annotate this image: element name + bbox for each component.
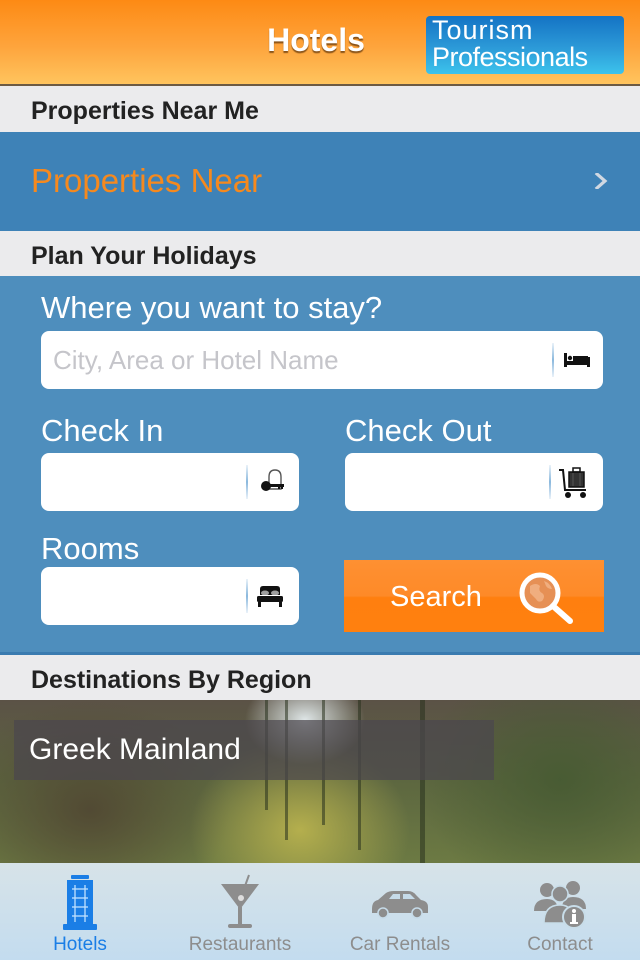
tab-hotels[interactable]: Hotels bbox=[0, 863, 160, 960]
where-field[interactable] bbox=[41, 331, 603, 389]
checkout-label: Check Out bbox=[345, 413, 492, 448]
bed-icon[interactable] bbox=[561, 345, 593, 375]
key-icon[interactable] bbox=[256, 467, 288, 497]
section-header-regions: Destinations By Region bbox=[0, 658, 640, 700]
cocktail-icon bbox=[221, 874, 259, 928]
chevron-right-icon bbox=[594, 173, 608, 189]
checkin-label: Check In bbox=[41, 413, 164, 448]
brand-logo-line1: Tourism bbox=[432, 15, 534, 45]
checkout-field[interactable] bbox=[345, 453, 603, 511]
input-divider bbox=[552, 343, 554, 377]
brand-logo[interactable]: Tourism Professionals bbox=[426, 16, 624, 74]
building-icon bbox=[63, 875, 97, 930]
region-card-greek-mainland[interactable]: Greek Mainland bbox=[0, 700, 640, 863]
luggage-cart-icon[interactable] bbox=[557, 464, 589, 500]
input-divider bbox=[246, 579, 248, 613]
search-button[interactable]: Search bbox=[344, 560, 604, 632]
rooms-input[interactable] bbox=[53, 567, 243, 625]
properties-near-label: Properties Near bbox=[31, 162, 263, 199]
tab-restaurants[interactable]: Restaurants bbox=[160, 863, 320, 960]
where-label: Where you want to stay? bbox=[41, 290, 383, 325]
rooms-label: Rooms bbox=[41, 531, 140, 566]
contact-info-icon bbox=[534, 881, 586, 929]
where-input[interactable] bbox=[53, 331, 553, 389]
tab-label: Car Rentals bbox=[349, 934, 451, 955]
double-bed-icon[interactable] bbox=[254, 581, 286, 611]
checkin-field[interactable] bbox=[41, 453, 299, 511]
search-button-label: Search bbox=[390, 581, 482, 613]
region-label: Greek Mainland bbox=[29, 733, 241, 766]
tab-label: Contact bbox=[527, 934, 593, 955]
tab-car-rentals[interactable]: Car Rentals bbox=[320, 863, 480, 960]
tab-bar: Hotels Restaurants Car Rentals Contact bbox=[0, 863, 640, 960]
tab-label: Hotels bbox=[53, 934, 107, 955]
rooms-field[interactable] bbox=[41, 567, 299, 625]
input-divider bbox=[246, 465, 248, 499]
checkout-input[interactable] bbox=[357, 453, 547, 511]
globe-search-icon bbox=[519, 572, 573, 624]
section-header-plan: Plan Your Holidays bbox=[0, 231, 640, 276]
car-icon bbox=[372, 891, 428, 919]
properties-near-row[interactable]: Properties Near bbox=[0, 132, 640, 231]
input-divider bbox=[549, 465, 551, 499]
tab-contact[interactable]: Contact bbox=[480, 863, 640, 960]
tab-label: Restaurants bbox=[188, 934, 292, 955]
navigation-bar: Hotels Tourism Professionals bbox=[0, 0, 640, 86]
section-header-near-me: Properties Near Me bbox=[0, 88, 640, 132]
checkin-input[interactable] bbox=[53, 453, 243, 511]
brand-logo-line2: Professionals bbox=[432, 42, 588, 72]
